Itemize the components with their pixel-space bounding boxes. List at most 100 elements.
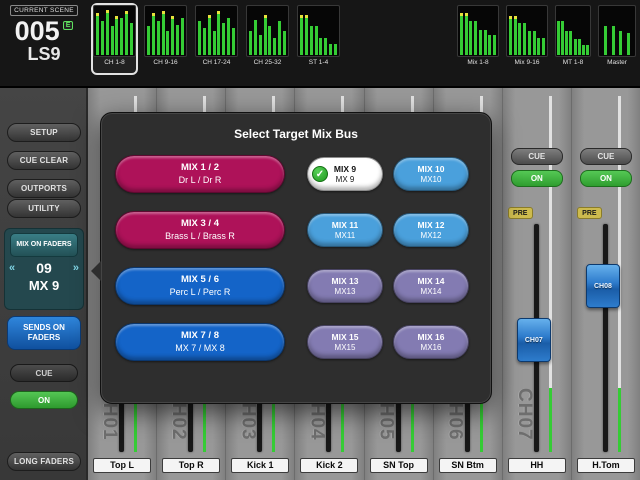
mix-pair-label: MIX 5 / 6 (181, 274, 219, 286)
channel-name[interactable]: Kick 2 (300, 458, 358, 473)
cue-clear-button[interactable]: CUE CLEAR (7, 151, 81, 170)
mix-3-4-button[interactable]: MIX 3 / 4 Brass L / Brass R (115, 211, 285, 249)
channel-cue-button[interactable]: CUE (580, 148, 632, 165)
mix-pair-sublabel: Perc L / Perc R (170, 287, 231, 298)
scene-number: 005 (15, 17, 60, 45)
meter-display (457, 5, 499, 57)
mix-13-button[interactable]: MIX 13 MX13 (307, 269, 383, 303)
channel-name[interactable]: SN Top (370, 458, 428, 473)
setup-button[interactable]: SETUP (7, 123, 81, 142)
mix-next-icon[interactable]: » (73, 262, 79, 274)
channel-name[interactable]: HH (508, 458, 566, 473)
meter-display (144, 5, 187, 57)
mix-single-grid: ✓ MIX 9 MX 9 MIX 10 MX10 MIX 11 MX11 MIX… (307, 157, 469, 359)
mix-prev-icon[interactable]: « (9, 262, 15, 274)
mix-sublabel: MX13 (335, 287, 356, 297)
check-icon: ✓ (312, 166, 328, 182)
meter-bank-label: CH 25-32 (246, 59, 289, 66)
meter-bank-ch17-24[interactable]: CH 17-24 (193, 3, 240, 75)
mix-bus-name[interactable]: MX 9 (29, 278, 59, 293)
mix-number-value: 09 (36, 260, 52, 276)
channel-name[interactable]: Top L (93, 458, 151, 473)
meter-bank-label: Mix 9-16 (506, 59, 548, 66)
meter-bank-mix9-16[interactable]: Mix 9-16 (504, 3, 550, 75)
meter-bank-label: CH 17-24 (195, 59, 238, 66)
fader-track (603, 224, 608, 452)
mix-pair-sublabel: Brass L / Brass R (165, 231, 235, 242)
mix-label: MIX 14 (418, 276, 445, 287)
mix-pair-sublabel: Dr L / Dr R (179, 175, 222, 186)
pre-badge[interactable]: PRE (577, 207, 602, 219)
mix-label: MIX 16 (418, 332, 445, 343)
mix-7-8-button[interactable]: MIX 7 / 8 MX 7 / MX 8 (115, 323, 285, 361)
mix-sublabel: MX11 (335, 231, 355, 241)
meter-display (297, 5, 340, 57)
scene-edit-badge: E (63, 21, 74, 30)
meter-display (555, 5, 591, 57)
channel-name[interactable]: Kick 1 (231, 458, 289, 473)
channel-id-label: CH07 (513, 388, 535, 452)
on-master-button[interactable]: ON (10, 391, 78, 409)
mix-pair-column: MIX 1 / 2 Dr L / Dr R MIX 3 / 4 Brass L … (115, 155, 285, 379)
mix-10-button[interactable]: MIX 10 MX10 (393, 157, 469, 191)
mix-label: MIX 13 (332, 276, 359, 287)
meter-bank-label: CH 1-8 (93, 59, 136, 66)
scene-panel[interactable]: CURRENT SCENE 005 E LS9 (0, 0, 88, 88)
fader-cap[interactable]: CH08 (586, 264, 620, 308)
meter-bank-st1-4[interactable]: ST 1-4 (295, 3, 342, 75)
modal-title: Select Target Mix Bus (101, 127, 491, 141)
mix-label: MIX 15 (332, 332, 359, 343)
outports-button[interactable]: OUTPORTS (7, 179, 81, 198)
mix-on-faders-button[interactable]: MIX ON FADERS (10, 233, 78, 257)
select-mix-bus-modal: Select Target Mix Bus MIX 1 / 2 Dr L / D… (100, 112, 492, 404)
mix-label: MIX 11 (332, 220, 358, 231)
fader-cap[interactable]: CH07 (517, 318, 551, 362)
utility-button[interactable]: UTILITY (7, 199, 81, 218)
mix-pair-label: MIX 7 / 8 (181, 330, 219, 342)
meter-bank-master[interactable]: Master (596, 3, 638, 75)
meter-bank-ch1-8[interactable]: CH 1-8 (91, 3, 138, 75)
pre-badge[interactable]: PRE (508, 207, 533, 219)
meter-bank-mix1-8[interactable]: Mix 1-8 (455, 3, 501, 75)
mix-5-6-button[interactable]: MIX 5 / 6 Perc L / Perc R (115, 267, 285, 305)
current-scene-label: CURRENT SCENE (10, 5, 78, 16)
mix-12-button[interactable]: MIX 12 MX12 (393, 213, 469, 247)
mix-9-button-selected[interactable]: ✓ MIX 9 MX 9 (307, 157, 383, 191)
mix-16-button[interactable]: MIX 16 MX16 (393, 325, 469, 359)
mix-11-button[interactable]: MIX 11 MX11 (307, 213, 383, 247)
mix-pair-label: MIX 3 / 4 (181, 218, 219, 230)
mix-15-button[interactable]: MIX 15 MX15 (307, 325, 383, 359)
meter-bank-label: Master (598, 59, 636, 66)
channel-on-button[interactable]: ON (511, 170, 563, 187)
mix-sublabel: MX 9 (336, 175, 355, 185)
mix-1-2-button[interactable]: MIX 1 / 2 Dr L / Dr R (115, 155, 285, 193)
meter-display (195, 5, 238, 57)
fader-cap-label: CH07 (525, 337, 543, 344)
meter-bank-ch9-16[interactable]: CH 9-16 (142, 3, 189, 75)
sends-on-faders-button[interactable]: SENDS ON FADERS (7, 316, 81, 350)
channel-strip-8: CUE ON PRE CH08 H.Tom (571, 88, 640, 480)
fader-cap-label: CH08 (594, 283, 612, 290)
channel-name[interactable]: H.Tom (577, 458, 635, 473)
mix-sublabel: MX16 (421, 343, 442, 353)
channel-on-button[interactable]: ON (580, 170, 632, 187)
channel-strip-7: CUE ON PRE CH07 CH07 HH (502, 88, 571, 480)
meter-bank-ch25-32[interactable]: CH 25-32 (244, 3, 291, 75)
meter-display (246, 5, 289, 57)
mix-sublabel: MX10 (421, 175, 442, 185)
meter-bank-label: MT 1-8 (555, 59, 591, 66)
channel-cue-button[interactable]: CUE (511, 148, 563, 165)
meter-bank-label: CH 9-16 (144, 59, 187, 66)
mix-label: MIX 10 (418, 164, 445, 175)
meter-display (598, 5, 636, 57)
channel-name[interactable]: SN Btm (439, 458, 497, 473)
mix-label: MIX 12 (418, 220, 445, 231)
long-faders-button[interactable]: LONG FADERS (7, 452, 81, 471)
sidebar: SETUP CUE CLEAR OUTPORTS UTILITY MIX ON … (0, 88, 88, 480)
mix-pair-label: MIX 1 / 2 (181, 162, 219, 174)
channel-name[interactable]: Top R (162, 458, 220, 473)
mix-sublabel: MX14 (421, 287, 442, 297)
mix-14-button[interactable]: MIX 14 MX14 (393, 269, 469, 303)
meter-bank-mt1-8[interactable]: MT 1-8 (553, 3, 593, 75)
cue-master-button[interactable]: CUE (10, 364, 78, 382)
